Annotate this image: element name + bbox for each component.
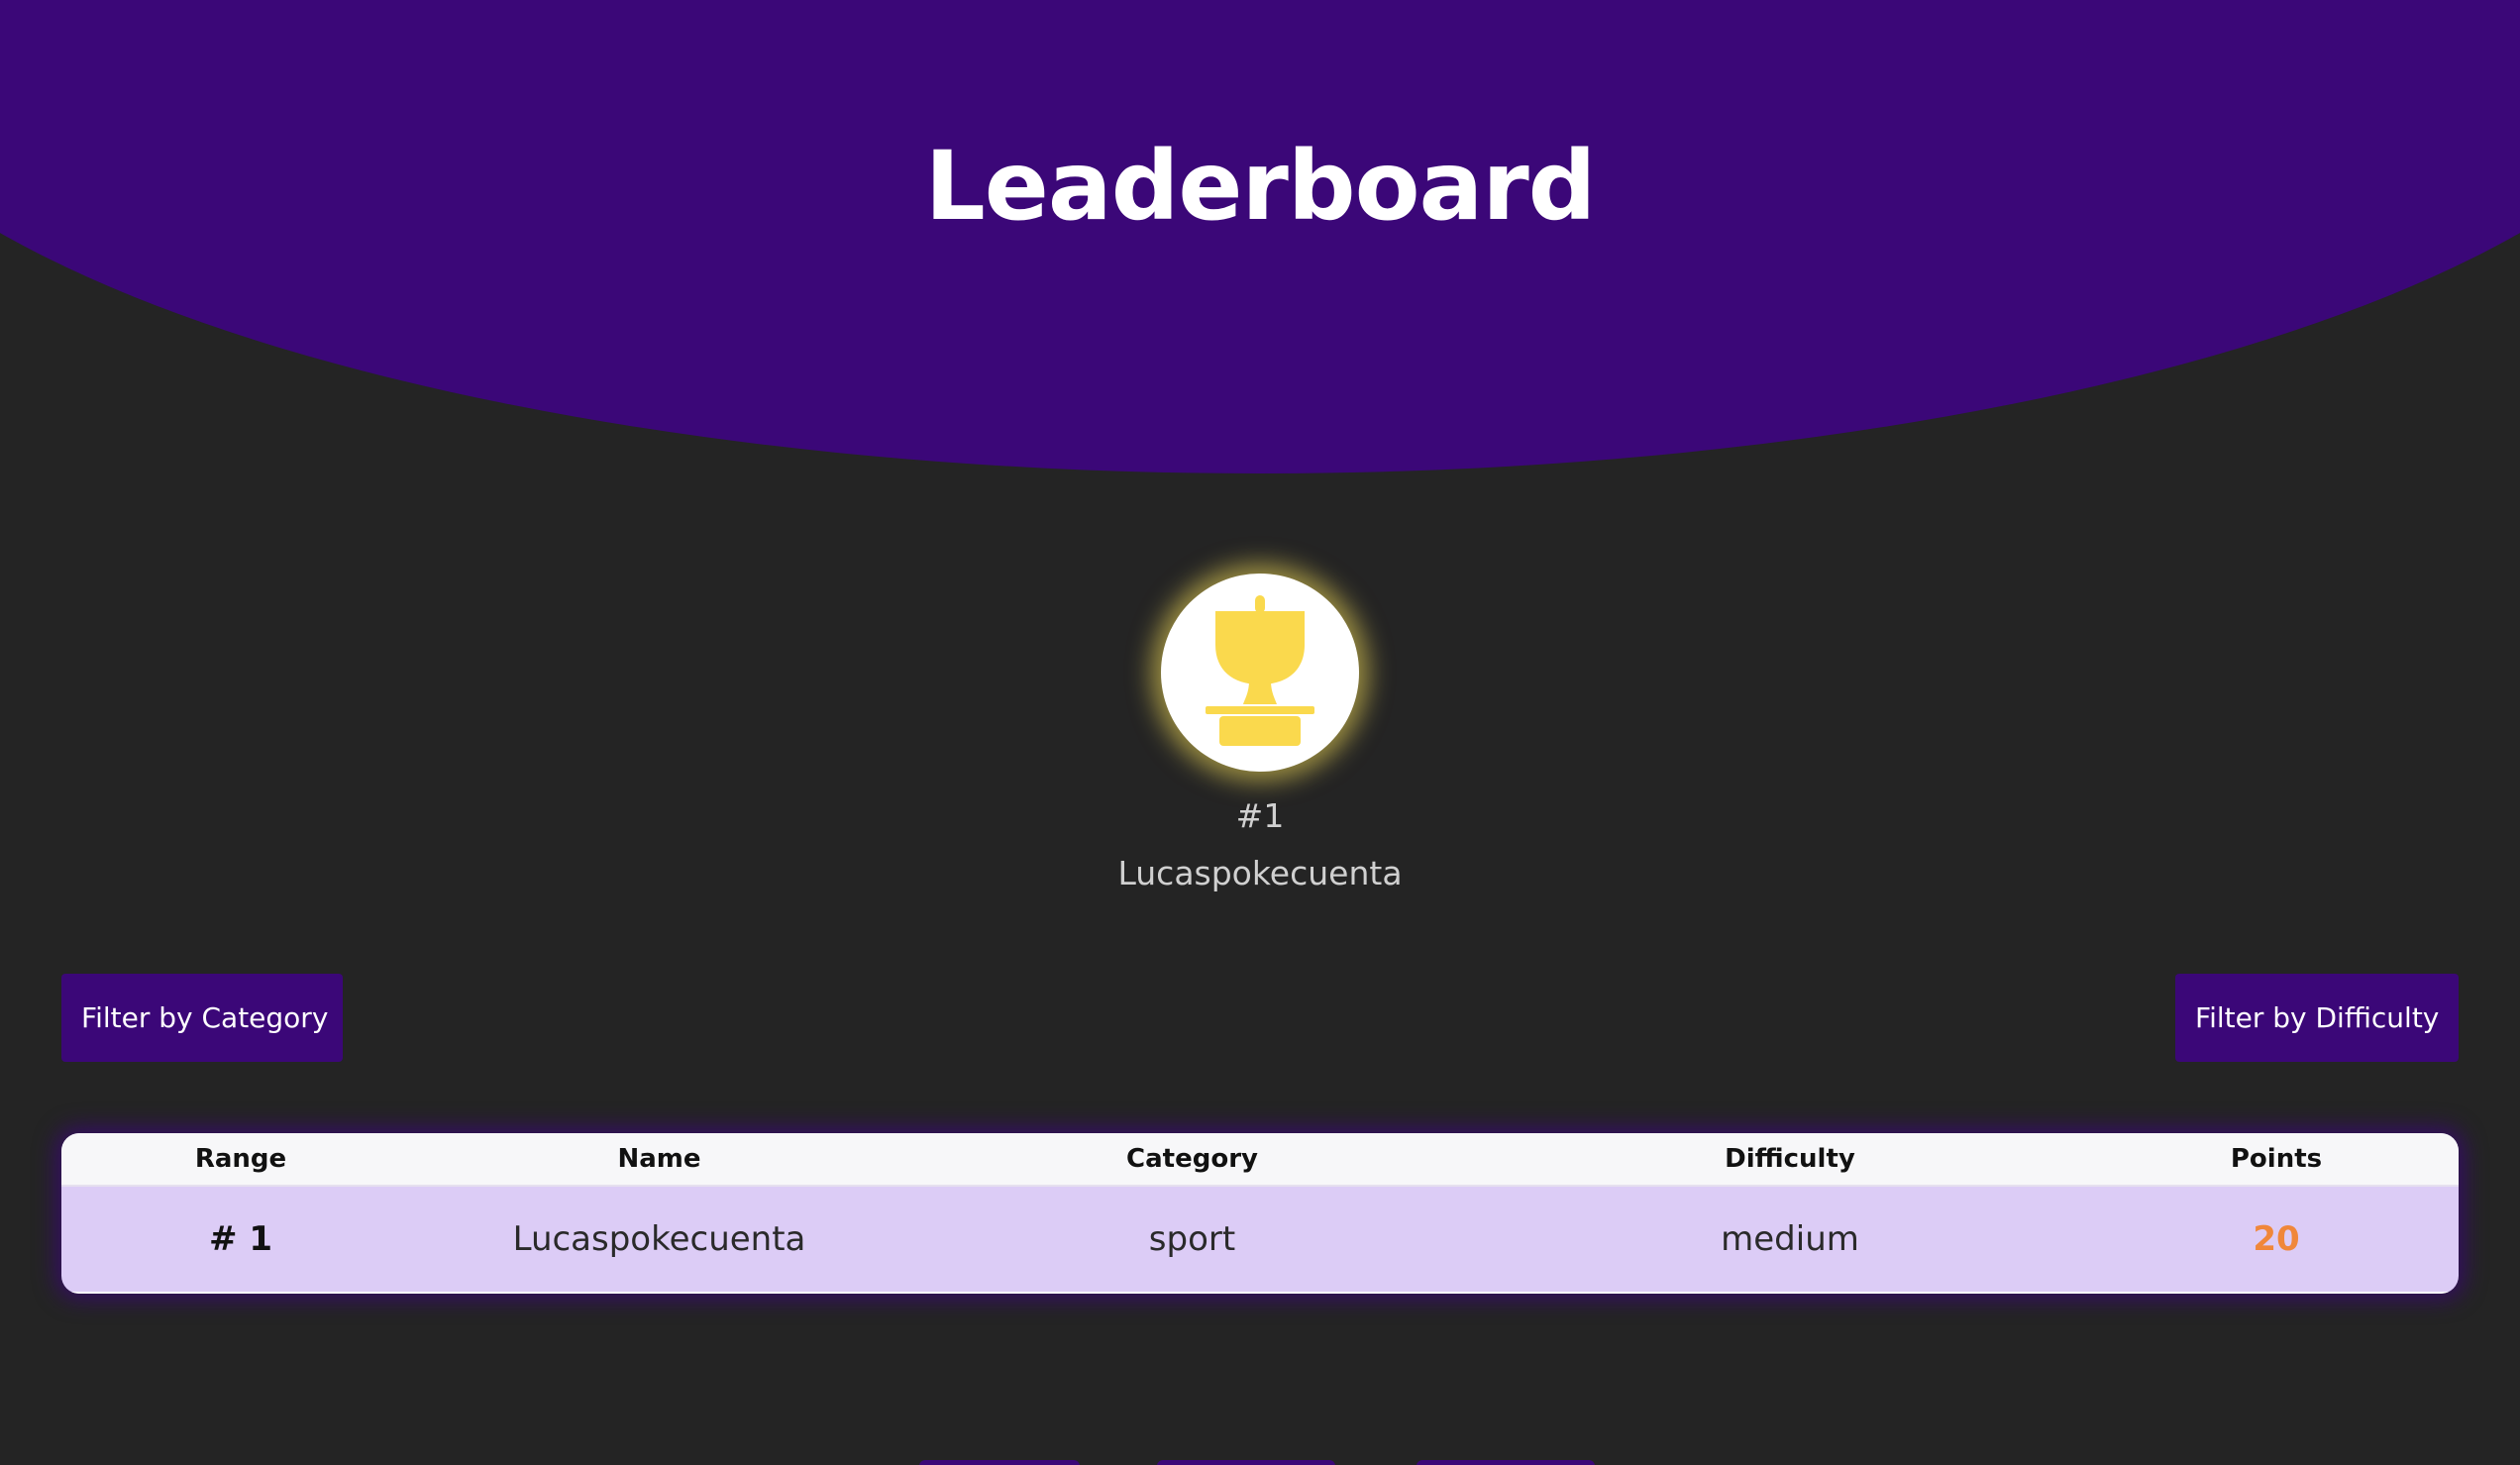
table-header-row: Range Name Category Difficulty Points	[61, 1133, 2459, 1187]
cell-difficulty: medium	[1486, 1186, 2094, 1294]
top-player-name: Lucaspokecuenta	[1117, 854, 1403, 892]
trophy-icon	[1206, 595, 1314, 746]
cell-points: 20	[2094, 1186, 2459, 1294]
trophy-badge	[1161, 574, 1359, 772]
table-row[interactable]: # 1 Lucaspokecuenta sport medium 20	[61, 1186, 2459, 1294]
cell-category: sport	[898, 1186, 1486, 1294]
leaderboard-table: Range Name Category Difficulty Points # …	[61, 1133, 2459, 1294]
cell-rank: # 1	[61, 1186, 420, 1294]
leaderboard-page: Leaderboard #1 Lucaspokecuenta Filter by…	[0, 0, 2520, 1465]
column-header-difficulty[interactable]: Difficulty	[1486, 1133, 2094, 1187]
column-header-name[interactable]: Name	[420, 1133, 898, 1187]
filter-category-button[interactable]: Filter by Category	[61, 974, 343, 1062]
column-header-points[interactable]: Points	[2094, 1133, 2459, 1187]
filter-difficulty-button[interactable]: Filter by Difficulty	[2175, 974, 2459, 1062]
pagination-tab[interactable]	[1157, 1460, 1335, 1465]
page-title: Leaderboard	[924, 131, 1597, 242]
pagination-tab[interactable]	[1417, 1460, 1595, 1465]
top-player-rank: #1	[1235, 796, 1285, 835]
column-header-category[interactable]: Category	[898, 1133, 1486, 1187]
pagination-tab[interactable]	[919, 1460, 1080, 1465]
cell-name: Lucaspokecuenta	[420, 1186, 898, 1294]
column-header-range[interactable]: Range	[61, 1133, 420, 1187]
